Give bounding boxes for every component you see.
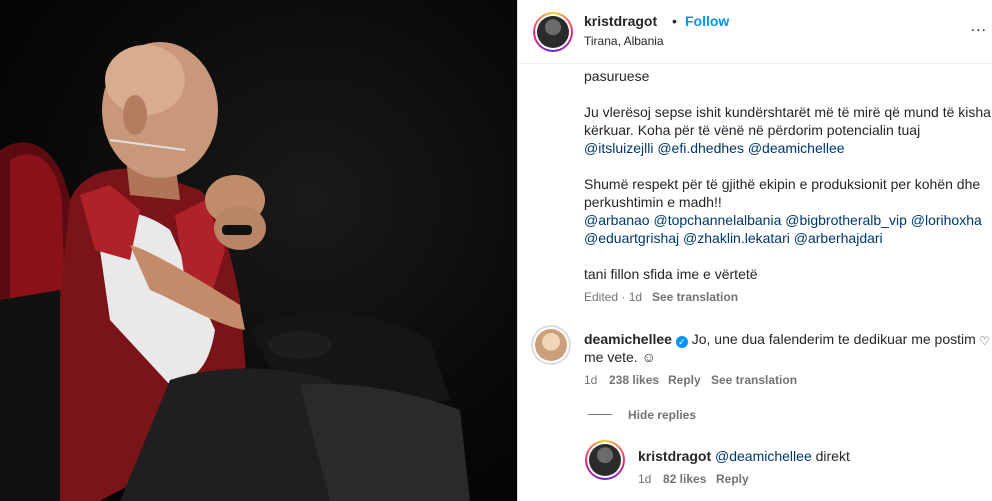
commenter-avatar[interactable] <box>531 325 571 365</box>
caption-line: Ju vlerësoj sepse ishit kundërshtarët më… <box>584 104 991 120</box>
replies-divider <box>588 414 612 415</box>
mention-link[interactable]: @itsluizejlli <box>584 140 653 156</box>
reply-author-avatar[interactable] <box>585 440 625 480</box>
comments-panel: kristdragot • Follow Tirana, Albania ...… <box>517 0 992 501</box>
mention-link[interactable]: @zhaklin.lekatari <box>683 230 790 246</box>
comment-time: 1d <box>584 373 598 387</box>
comment-line: deamichellee ✓ Jo, une dua falenderim te… <box>584 330 976 348</box>
mention-link[interactable]: @topchannelalbania <box>653 212 781 228</box>
reply-button[interactable]: Reply <box>668 373 701 387</box>
mention-link[interactable]: @eduartgrishaj <box>584 230 679 246</box>
see-translation-link[interactable]: See translation <box>652 290 738 304</box>
post-photo-illustration <box>0 42 470 501</box>
reply-likes[interactable]: 82 likes <box>663 472 706 486</box>
caption-edited-time: Edited · 1d <box>584 290 643 304</box>
comment-text: Jo, une dua falenderim te dedikuar me po… <box>691 331 976 347</box>
follow-button[interactable]: Follow <box>685 13 729 29</box>
reply-line: kristdragot @deamichellee direkt <box>638 447 850 465</box>
mention-link[interactable]: @lorihoxha <box>911 212 982 228</box>
caption-mentions: @arbanao @topchannelalbania @bigbrothera… <box>584 211 982 229</box>
mention-link[interactable]: @deamichellee <box>748 140 845 156</box>
reply-time: 1d <box>638 472 652 486</box>
more-options-icon[interactable]: ... <box>971 18 987 36</box>
reply-username[interactable]: kristdragot <box>638 448 711 464</box>
see-translation-link[interactable]: See translation <box>711 373 797 387</box>
author-username[interactable]: kristdragot <box>584 13 657 29</box>
hide-replies-button[interactable]: Hide replies <box>628 408 696 422</box>
commenter-username[interactable]: deamichellee <box>584 331 672 347</box>
comment-text: me vete. ☺ <box>584 349 656 365</box>
verified-badge-icon: ✓ <box>675 336 688 348</box>
caption-line: Shumë respekt për të gjithë ekipin e pro… <box>584 176 981 192</box>
separator-dot: • <box>672 13 677 29</box>
reply-button[interactable]: Reply <box>716 472 749 486</box>
mention-link[interactable]: @efi.dhedhes <box>657 140 744 156</box>
caption-line: perkushtimin e madh!! <box>584 194 722 210</box>
caption-line: tani fillon sfida ime e vërtetë <box>584 266 758 282</box>
caption-line: kërkuar. Koha për të vënë në përdorim po… <box>584 122 921 138</box>
mention-link[interactable]: @deamichellee <box>715 448 812 464</box>
post-header: kristdragot • Follow Tirana, Albania ... <box>518 0 992 64</box>
caption-mentions: @itsluizejlli @efi.dhedhes @deamichellee <box>584 139 845 157</box>
author-avatar[interactable] <box>533 12 573 52</box>
post-location[interactable]: Tirana, Albania <box>584 34 664 48</box>
mention-link[interactable]: @arbanao <box>584 212 650 228</box>
mention-link[interactable]: @arberhajdari <box>794 230 883 246</box>
post-photo[interactable] <box>0 0 517 501</box>
reply-text: direkt <box>815 448 850 464</box>
comment-likes[interactable]: 238 likes <box>609 373 659 387</box>
caption-mentions: @eduartgrishaj @zhaklin.lekatari @arberh… <box>584 229 883 247</box>
heart-icon[interactable]: ♡ <box>979 334 990 348</box>
caption-line: pasuruese <box>584 68 650 84</box>
mention-link[interactable]: @bigbrotheralb_vip <box>785 212 907 228</box>
